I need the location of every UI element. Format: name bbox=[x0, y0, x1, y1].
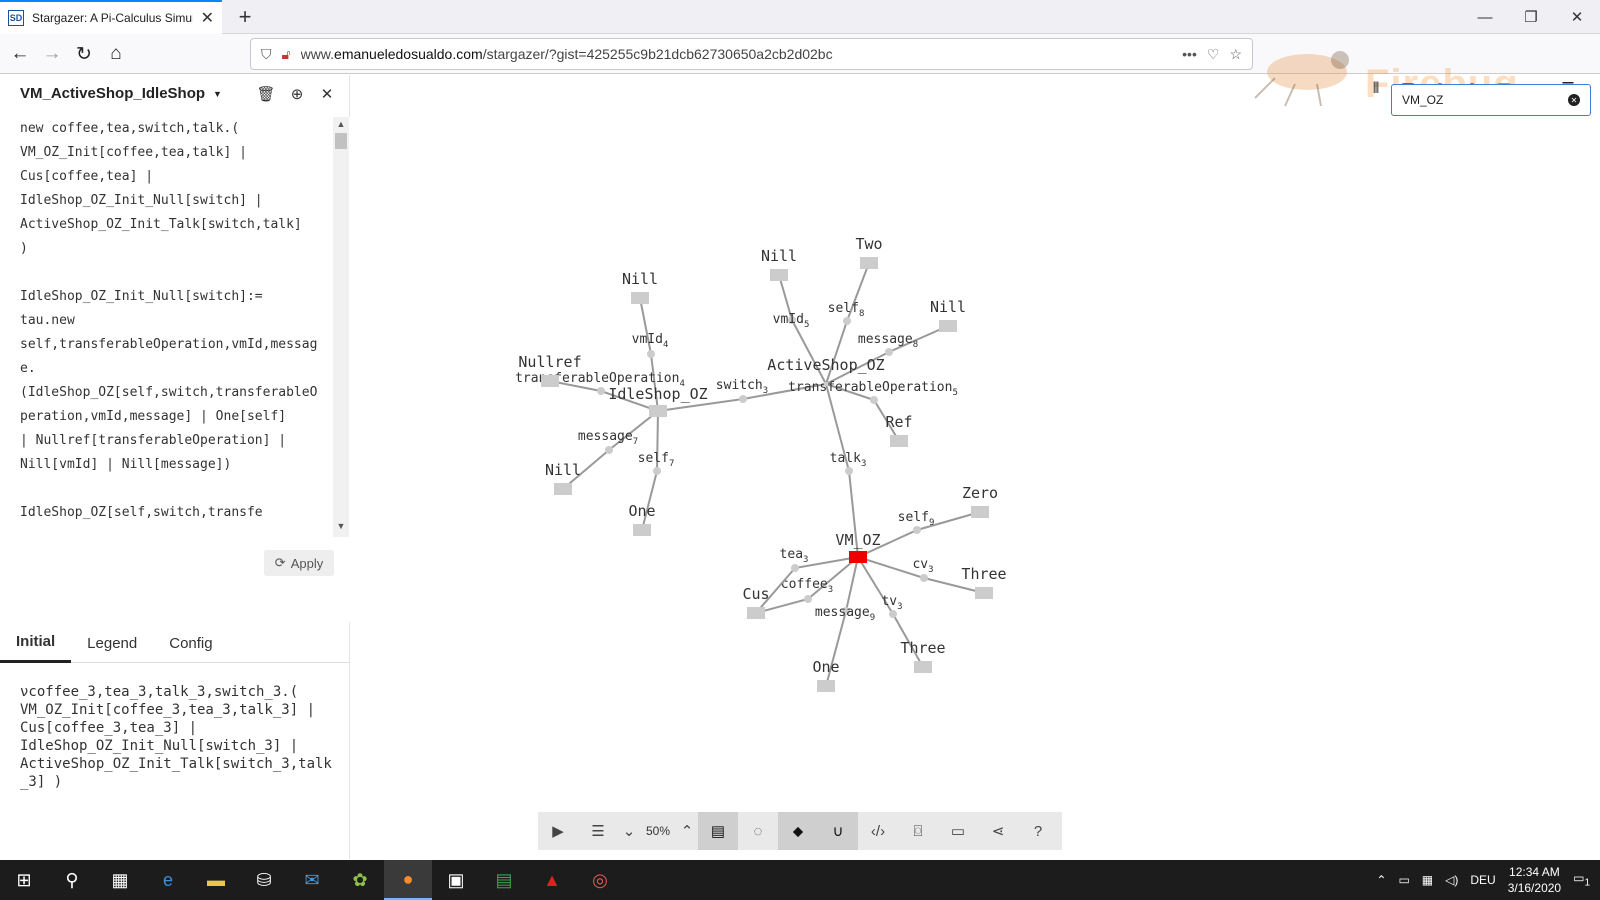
help-icon[interactable]: ? bbox=[1018, 812, 1058, 850]
restore-icon[interactable]: ❐ bbox=[1508, 0, 1554, 34]
initial-term-text: νcoffee_3,tea_3,talk_3,switch_3.( VM_OZ_… bbox=[20, 684, 332, 790]
clock[interactable]: 12:34 AM 3/16/2020 bbox=[1508, 864, 1561, 896]
graph-canvas[interactable] bbox=[350, 75, 1600, 859]
file-explorer-icon[interactable]: ▬ bbox=[192, 860, 240, 900]
search-icon[interactable]: ⚲ bbox=[48, 860, 96, 900]
folder-icon[interactable]: ▭ bbox=[938, 812, 978, 850]
clear-search-icon[interactable]: ✕ bbox=[1568, 94, 1580, 106]
search-value[interactable]: VM_OZ bbox=[1402, 93, 1568, 107]
code-icon[interactable]: ‹/› bbox=[858, 812, 898, 850]
play-icon[interactable]: ▶ bbox=[538, 812, 578, 850]
new-tab-button[interactable]: + bbox=[232, 4, 258, 30]
shield-icon[interactable]: ⛉ bbox=[261, 46, 272, 63]
window-controls: — ❐ ✕ bbox=[1462, 0, 1600, 34]
url-text[interactable]: www.emanueledosualdo.com/stargazer/?gist… bbox=[301, 46, 1173, 62]
scroll-down-icon[interactable]: ▼ bbox=[333, 521, 349, 531]
pocket-icon[interactable]: ♡ bbox=[1207, 46, 1220, 63]
tag-icon[interactable]: ⬥ bbox=[778, 812, 818, 850]
network-icon[interactable]: ▦ bbox=[1422, 873, 1433, 887]
tab-config[interactable]: Config bbox=[153, 623, 228, 663]
zoom-in-icon[interactable]: ⌃ bbox=[676, 812, 698, 850]
code-editor[interactable]: new coffee,tea,switch,talk.( VM_OZ_Init[… bbox=[0, 117, 350, 622]
url-bar[interactable]: ⛉ 🔓︎ www.emanueledosualdo.com/stargazer/… bbox=[250, 38, 1253, 70]
magnet-icon[interactable]: ∪ bbox=[818, 812, 858, 850]
mail-icon[interactable]: ✉ bbox=[288, 860, 336, 900]
tab-title: Stargazer: A Pi-Calculus Simula bbox=[32, 11, 193, 25]
volume-icon[interactable]: ◁) bbox=[1445, 873, 1458, 887]
notification-icon[interactable]: ▭1 bbox=[1573, 871, 1590, 888]
hide-icon[interactable]: ◌ bbox=[738, 812, 778, 850]
apply-button[interactable]: ⟳ Apply bbox=[264, 550, 334, 576]
scrollbar-thumb[interactable] bbox=[335, 133, 347, 149]
graph-toolbar: ▶ ☰ ⌄ 50% ⌃ ▤ ◌ ⬥ ∪ ‹/› ⌼ ▭ ⋖ ? bbox=[538, 812, 1062, 850]
left-panel: VM_ActiveShop_IdleShop ▼ 🗑︎ ⊕ ✕ new coff… bbox=[0, 75, 350, 859]
edge-icon[interactable]: e bbox=[144, 860, 192, 900]
caret-down-icon: ▼ bbox=[213, 88, 222, 99]
page-actions-icon[interactable]: ••• bbox=[1182, 46, 1197, 62]
pdf-reader-icon[interactable]: ▲ bbox=[528, 860, 576, 900]
windows-start-icon[interactable]: ⊞ bbox=[0, 860, 48, 900]
camera-icon[interactable]: ⌼ bbox=[898, 812, 938, 850]
reload-icon[interactable]: ↻ bbox=[70, 40, 98, 68]
windows-taskbar: ⊞ ⚲ ▦ e ▬ ⛁ ✉ ✿ ● ▣ ▤ ▲ ◎ ⌃ ▭ ▦ ◁) DEU 1… bbox=[0, 860, 1600, 900]
close-tab-icon[interactable]: ✕ bbox=[201, 8, 214, 28]
bottom-tabs: Initial Legend Config bbox=[0, 623, 350, 663]
code-text[interactable]: new coffee,tea,switch,talk.( VM_OZ_Init[… bbox=[20, 117, 320, 525]
browser-tab-bar: SD Stargazer: A Pi-Calculus Simula ✕ + —… bbox=[0, 0, 1600, 34]
ubuntu-icon[interactable]: ◎ bbox=[576, 860, 624, 900]
list-icon[interactable]: ☰ bbox=[578, 812, 618, 850]
browser-tab[interactable]: SD Stargazer: A Pi-Calculus Simula ✕ bbox=[0, 0, 222, 34]
close-icon[interactable]: ✕ bbox=[318, 85, 336, 103]
tab-legend[interactable]: Legend bbox=[71, 623, 153, 663]
document-icon[interactable]: ▤ bbox=[698, 812, 738, 850]
forward-icon[interactable]: → bbox=[38, 40, 66, 68]
language-indicator[interactable]: DEU bbox=[1470, 873, 1495, 887]
notification-count: 1 bbox=[1584, 877, 1590, 889]
refresh-icon: ⟳ bbox=[274, 555, 286, 570]
program-selector[interactable]: VM_ActiveShop_IdleShop ▼ bbox=[20, 85, 222, 102]
editor-scrollbar[interactable]: ▲ ▼ bbox=[333, 117, 349, 537]
scroll-up-icon[interactable]: ▲ bbox=[333, 119, 349, 129]
bookmark-star-icon[interactable]: ☆ bbox=[1229, 46, 1242, 63]
clock-date: 3/16/2020 bbox=[1507, 881, 1562, 895]
browser-nav-bar: ← → ↻ ⌂ ⛉ 🔓︎ www.emanueledosualdo.com/st… bbox=[0, 34, 1600, 107]
battery-icon[interactable]: ▭ bbox=[1398, 873, 1409, 887]
minimize-icon[interactable]: — bbox=[1462, 0, 1508, 34]
tray-chevron-icon[interactable]: ⌃ bbox=[1376, 873, 1386, 887]
insecure-lock-icon[interactable]: 🔓︎ bbox=[282, 46, 291, 63]
add-circle-icon[interactable]: ⊕ bbox=[288, 85, 306, 103]
zoom-out-icon[interactable]: ⌄ bbox=[618, 812, 640, 850]
app-icon[interactable]: ✿ bbox=[336, 860, 384, 900]
share-icon[interactable]: ⋖ bbox=[978, 812, 1018, 850]
search-input[interactable]: VM_OZ ✕ bbox=[1391, 84, 1591, 116]
back-icon[interactable]: ← bbox=[6, 40, 34, 68]
stargazer-favicon-icon: SD bbox=[8, 10, 24, 26]
tab-initial[interactable]: Initial bbox=[0, 623, 72, 663]
home-icon[interactable]: ⌂ bbox=[102, 40, 130, 68]
zoom-level: 50% bbox=[645, 824, 671, 838]
system-tray: ⌃ ▭ ▦ ◁) DEU 12:34 AM 3/16/2020 ▭1 bbox=[1376, 860, 1600, 900]
tex-icon[interactable]: ▣ bbox=[432, 860, 480, 900]
program-name: VM_ActiveShop_IdleShop bbox=[20, 85, 206, 102]
spreadsheet-icon[interactable]: ▤ bbox=[480, 860, 528, 900]
firefox-icon[interactable]: ● bbox=[384, 860, 432, 900]
task-view-icon[interactable]: ▦ bbox=[96, 860, 144, 900]
store-icon[interactable]: ⛁ bbox=[240, 860, 288, 900]
close-window-icon[interactable]: ✕ bbox=[1554, 0, 1600, 34]
clock-time: 12:34 AM bbox=[1509, 865, 1560, 879]
trash-icon[interactable]: 🗑︎ bbox=[256, 85, 275, 103]
apply-label: Apply bbox=[290, 555, 324, 571]
